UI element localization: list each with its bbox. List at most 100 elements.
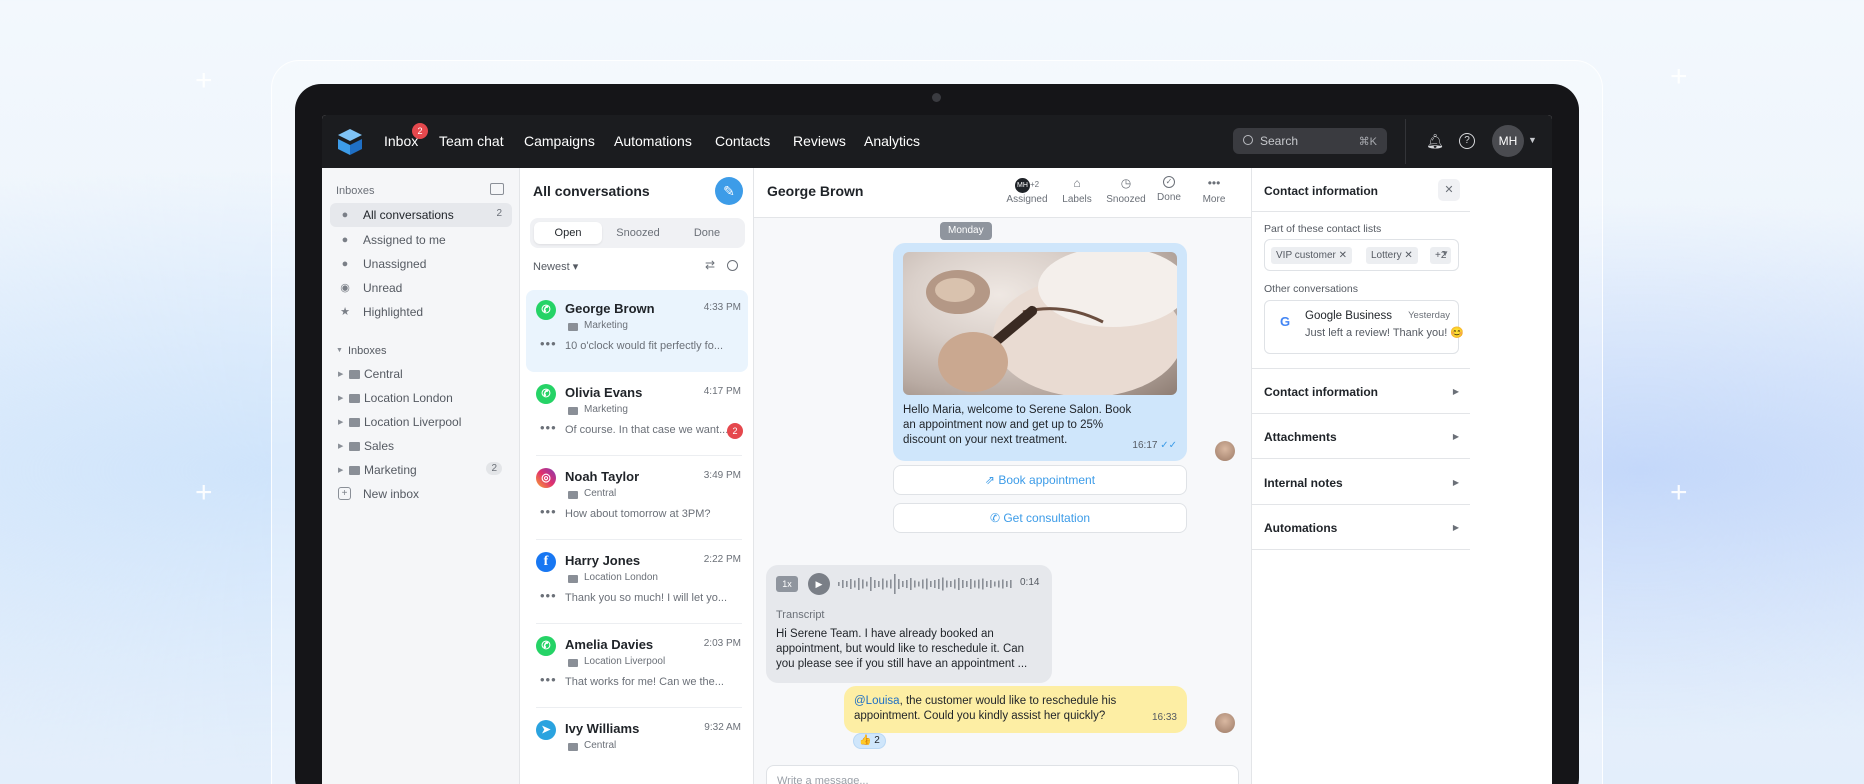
filter-icon[interactable]: ⇄: [705, 258, 715, 272]
folder-icon: [349, 394, 360, 403]
quick-reply-get-consultation[interactable]: ✆ Get consultation: [893, 503, 1187, 533]
tag-icon: ⌂: [1073, 176, 1081, 190]
sidebar-item-marketing[interactable]: ▶ Marketing 2: [330, 458, 512, 482]
sidebar-item-location-london[interactable]: ▶ Location London: [330, 386, 512, 410]
close-icon[interactable]: ✕: [1339, 250, 1347, 261]
user-avatar[interactable]: MH: [1492, 125, 1524, 157]
playback-speed-button[interactable]: 1x: [776, 576, 798, 592]
more-icon[interactable]: •••: [540, 504, 557, 519]
search-input[interactable]: Search ⌘K: [1233, 128, 1387, 154]
bell-icon[interactable]: 🔔︎: [1426, 132, 1444, 150]
waveform-bar: [874, 580, 876, 588]
accordion-attachments[interactable]: Attachments ▶: [1264, 430, 1459, 446]
close-icon[interactable]: ✕: [1404, 250, 1412, 261]
sidebar-item-sales[interactable]: ▶ Sales: [330, 434, 512, 458]
tool-label: Snoozed: [1106, 194, 1146, 205]
message-image[interactable]: [903, 252, 1177, 395]
done-button[interactable]: ✓ Done: [1146, 176, 1192, 203]
contact-lists-select[interactable]: VIP customer ✕ Lottery ✕ +2 ▼: [1264, 239, 1459, 271]
waveform-bar: [1006, 581, 1008, 587]
sidebar-item-central[interactable]: ▶ Central: [330, 362, 512, 386]
sidebar-item-assigned-to-me[interactable]: ● Assigned to me: [330, 228, 512, 252]
more-button[interactable]: ••• More: [1191, 176, 1237, 205]
nav-reviews[interactable]: Reviews: [793, 133, 846, 149]
more-icon[interactable]: •••: [540, 420, 557, 435]
search-icon: [1243, 135, 1253, 145]
snooze-button[interactable]: ◷ Snoozed: [1103, 176, 1149, 205]
conversation-item-george-brown[interactable]: ✆ George Brown 4:33 PM Marketing ••• 10 …: [526, 290, 748, 372]
conversation-inbox-tag: Marketing: [584, 404, 628, 415]
waveform-bar: [994, 581, 996, 587]
internal-note-text: @Louisa, the customer would like to resc…: [854, 694, 1124, 724]
sidebar-item-unassigned[interactable]: ● Unassigned: [330, 252, 512, 276]
nav-contacts[interactable]: Contacts: [715, 133, 770, 149]
sparkle-decoration: +: [1670, 60, 1688, 93]
conversation-item-harry-jones[interactable]: f Harry Jones 2:22 PM Location London ••…: [526, 542, 748, 624]
tab-snoozed[interactable]: Snoozed: [604, 222, 672, 244]
new-inbox-button[interactable]: + New inbox: [330, 482, 512, 506]
transcript-label: Transcript: [776, 609, 825, 621]
chevron-down-icon[interactable]: ▼: [336, 347, 343, 354]
nav-team-chat[interactable]: Team chat: [439, 133, 504, 149]
waveform-bar: [838, 582, 840, 586]
folder-icon: [568, 323, 578, 331]
sort-dropdown[interactable]: Newest ▾: [533, 260, 578, 273]
inboxes-section-title[interactable]: Inboxes: [348, 345, 387, 357]
accordion-contact-information[interactable]: Contact information ▶: [1264, 385, 1459, 401]
compose-icon[interactable]: ✎: [715, 177, 743, 205]
more-icon[interactable]: •••: [540, 336, 557, 351]
tab-open[interactable]: Open: [534, 222, 602, 244]
waveform-bar: [902, 581, 904, 587]
nav-analytics[interactable]: Analytics: [864, 133, 920, 149]
other-conversation-card[interactable]: G Google Business Yesterday Just left a …: [1264, 300, 1464, 354]
audio-waveform[interactable]: [838, 572, 1012, 596]
chevron-down-icon[interactable]: ▼: [1528, 135, 1537, 145]
message-composer[interactable]: Write a message...: [766, 765, 1239, 784]
waveform-bar: [862, 579, 864, 589]
reaction-badge[interactable]: 👍 2: [853, 733, 886, 749]
waveform-bar: [938, 579, 940, 589]
help-icon[interactable]: ?: [1459, 133, 1475, 149]
tab-done[interactable]: Done: [673, 222, 741, 244]
conversation-item-noah-taylor[interactable]: ◎ Noah Taylor 3:49 PM Central ••• How ab…: [526, 458, 748, 540]
more-icon[interactable]: •••: [540, 672, 557, 687]
quick-reply-book-appointment[interactable]: ⇗ Book appointment: [893, 465, 1187, 495]
inbox-sidebar: Inboxes ● All conversations 2 ● Assigned…: [322, 168, 520, 784]
waveform-bar: [982, 578, 984, 590]
sidebar-item-label: Unassigned: [363, 257, 427, 271]
conversation-item-olivia-evans[interactable]: ✆ Olivia Evans 4:17 PM Marketing ••• Of …: [526, 374, 748, 456]
search-icon[interactable]: [727, 260, 738, 271]
accordion-automations[interactable]: Automations ▶: [1264, 521, 1459, 537]
sidebar-item-label: Highlighted: [363, 305, 424, 319]
sidebar-item-unread[interactable]: ◉ Unread: [330, 276, 512, 300]
chat-bubble-icon: ●: [341, 209, 349, 221]
sidebar-item-highlighted[interactable]: ★ Highlighted: [330, 300, 512, 324]
mention[interactable]: @Louisa: [854, 695, 900, 707]
more-icon[interactable]: •••: [540, 588, 557, 603]
nav-automations[interactable]: Automations: [614, 133, 692, 149]
sidebar-collapse-icon[interactable]: [490, 183, 504, 195]
google-icon: G: [1279, 314, 1291, 329]
sparkle-decoration: +: [1670, 476, 1688, 509]
nav-campaigns[interactable]: Campaigns: [524, 133, 595, 149]
divider: [1252, 458, 1470, 459]
waveform-bar: [954, 579, 956, 589]
accordion-internal-notes[interactable]: Internal notes ▶: [1264, 476, 1459, 492]
conversation-item-amelia-davies[interactable]: ✆ Amelia Davies 2:03 PM Location Liverpo…: [526, 626, 748, 708]
conversation-item-ivy-williams[interactable]: ➤ Ivy Williams 9:32 AM Central: [526, 710, 748, 784]
assigned-button[interactable]: MH +2 Assigned: [1004, 176, 1050, 205]
tag-label: VIP customer: [1276, 250, 1336, 261]
sidebar-item-label: Assigned to me: [363, 233, 446, 247]
assignee-extra-count: +2: [1029, 180, 1040, 189]
external-link-icon: ⇗: [984, 473, 995, 487]
close-icon[interactable]: ✕: [1438, 179, 1460, 201]
chevron-down-icon[interactable]: ▼: [1441, 249, 1449, 258]
conversation-preview: 10 o'clock would fit perfectly fo...: [565, 340, 724, 352]
nav-divider: [1405, 119, 1406, 164]
waveform-bar: [998, 580, 1000, 588]
labels-button[interactable]: ⌂ Labels: [1054, 176, 1100, 205]
sidebar-item-label: Location London: [364, 391, 453, 405]
sidebar-item-all-conversations[interactable]: ● All conversations 2: [330, 203, 512, 227]
play-icon[interactable]: ▶: [808, 573, 830, 595]
sidebar-item-location-liverpool[interactable]: ▶ Location Liverpool: [330, 410, 512, 434]
